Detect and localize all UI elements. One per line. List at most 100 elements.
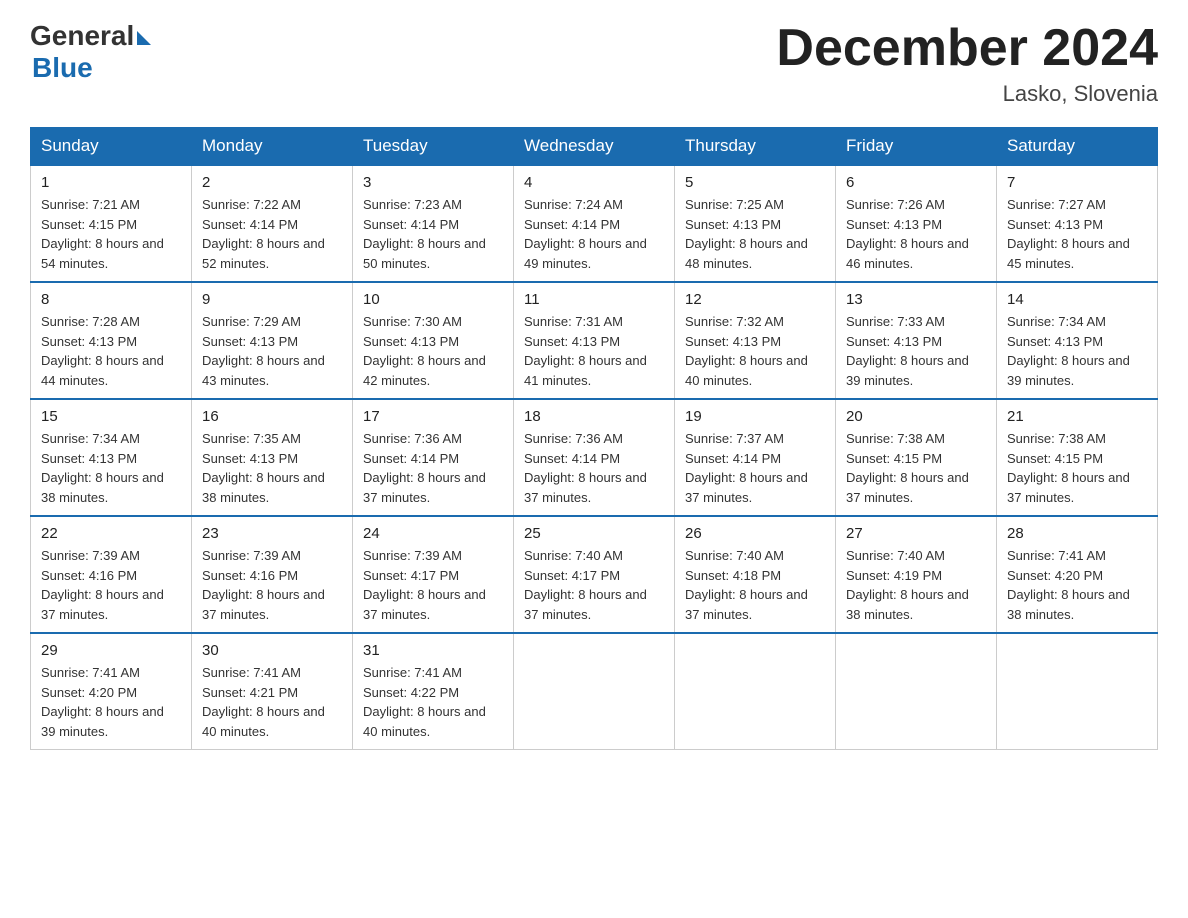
calendar-cell: 10 Sunrise: 7:30 AM Sunset: 4:13 PM Dayl…	[353, 282, 514, 399]
day-number: 6	[846, 174, 986, 191]
sunrise-label: Sunrise: 7:39 AM	[41, 548, 140, 563]
daylight-label: Daylight: 8 hours and 38 minutes.	[846, 587, 969, 622]
day-info: Sunrise: 7:36 AM Sunset: 4:14 PM Dayligh…	[363, 429, 503, 507]
daylight-label: Daylight: 8 hours and 39 minutes.	[1007, 353, 1130, 388]
sunrise-label: Sunrise: 7:38 AM	[1007, 431, 1106, 446]
calendar-cell: 21 Sunrise: 7:38 AM Sunset: 4:15 PM Dayl…	[997, 399, 1158, 516]
calendar-cell	[997, 633, 1158, 750]
day-info: Sunrise: 7:34 AM Sunset: 4:13 PM Dayligh…	[41, 429, 181, 507]
day-info: Sunrise: 7:30 AM Sunset: 4:13 PM Dayligh…	[363, 312, 503, 390]
sunset-label: Sunset: 4:14 PM	[363, 451, 459, 466]
daylight-label: Daylight: 8 hours and 37 minutes.	[202, 587, 325, 622]
day-number: 24	[363, 525, 503, 542]
calendar-cell: 23 Sunrise: 7:39 AM Sunset: 4:16 PM Dayl…	[192, 516, 353, 633]
day-info: Sunrise: 7:26 AM Sunset: 4:13 PM Dayligh…	[846, 195, 986, 273]
calendar-cell: 22 Sunrise: 7:39 AM Sunset: 4:16 PM Dayl…	[31, 516, 192, 633]
day-info: Sunrise: 7:25 AM Sunset: 4:13 PM Dayligh…	[685, 195, 825, 273]
sunrise-label: Sunrise: 7:41 AM	[363, 665, 462, 680]
day-info: Sunrise: 7:35 AM Sunset: 4:13 PM Dayligh…	[202, 429, 342, 507]
calendar-cell: 25 Sunrise: 7:40 AM Sunset: 4:17 PM Dayl…	[514, 516, 675, 633]
calendar-cell: 20 Sunrise: 7:38 AM Sunset: 4:15 PM Dayl…	[836, 399, 997, 516]
calendar-week-2: 8 Sunrise: 7:28 AM Sunset: 4:13 PM Dayli…	[31, 282, 1158, 399]
daylight-label: Daylight: 8 hours and 37 minutes.	[524, 587, 647, 622]
calendar-week-3: 15 Sunrise: 7:34 AM Sunset: 4:13 PM Dayl…	[31, 399, 1158, 516]
calendar-cell: 27 Sunrise: 7:40 AM Sunset: 4:19 PM Dayl…	[836, 516, 997, 633]
day-info: Sunrise: 7:21 AM Sunset: 4:15 PM Dayligh…	[41, 195, 181, 273]
calendar-week-5: 29 Sunrise: 7:41 AM Sunset: 4:20 PM Dayl…	[31, 633, 1158, 750]
sunrise-label: Sunrise: 7:39 AM	[363, 548, 462, 563]
day-number: 5	[685, 174, 825, 191]
sunrise-label: Sunrise: 7:25 AM	[685, 197, 784, 212]
sunset-label: Sunset: 4:15 PM	[846, 451, 942, 466]
sunrise-label: Sunrise: 7:39 AM	[202, 548, 301, 563]
daylight-label: Daylight: 8 hours and 38 minutes.	[202, 470, 325, 505]
calendar-cell: 12 Sunrise: 7:32 AM Sunset: 4:13 PM Dayl…	[675, 282, 836, 399]
day-number: 26	[685, 525, 825, 542]
calendar-cell: 31 Sunrise: 7:41 AM Sunset: 4:22 PM Dayl…	[353, 633, 514, 750]
daylight-label: Daylight: 8 hours and 48 minutes.	[685, 236, 808, 271]
day-info: Sunrise: 7:36 AM Sunset: 4:14 PM Dayligh…	[524, 429, 664, 507]
daylight-label: Daylight: 8 hours and 37 minutes.	[685, 470, 808, 505]
daylight-label: Daylight: 8 hours and 40 minutes.	[202, 704, 325, 739]
sunset-label: Sunset: 4:13 PM	[846, 217, 942, 232]
calendar-cell: 26 Sunrise: 7:40 AM Sunset: 4:18 PM Dayl…	[675, 516, 836, 633]
calendar-cell: 15 Sunrise: 7:34 AM Sunset: 4:13 PM Dayl…	[31, 399, 192, 516]
day-info: Sunrise: 7:29 AM Sunset: 4:13 PM Dayligh…	[202, 312, 342, 390]
day-info: Sunrise: 7:32 AM Sunset: 4:13 PM Dayligh…	[685, 312, 825, 390]
day-number: 9	[202, 291, 342, 308]
calendar-cell: 29 Sunrise: 7:41 AM Sunset: 4:20 PM Dayl…	[31, 633, 192, 750]
sunset-label: Sunset: 4:14 PM	[202, 217, 298, 232]
calendar-cell	[836, 633, 997, 750]
daylight-label: Daylight: 8 hours and 39 minutes.	[41, 704, 164, 739]
sunrise-label: Sunrise: 7:36 AM	[363, 431, 462, 446]
day-info: Sunrise: 7:38 AM Sunset: 4:15 PM Dayligh…	[846, 429, 986, 507]
day-info: Sunrise: 7:22 AM Sunset: 4:14 PM Dayligh…	[202, 195, 342, 273]
daylight-label: Daylight: 8 hours and 50 minutes.	[363, 236, 486, 271]
day-number: 23	[202, 525, 342, 542]
day-number: 22	[41, 525, 181, 542]
sunset-label: Sunset: 4:13 PM	[41, 451, 137, 466]
header-thursday: Thursday	[675, 128, 836, 166]
daylight-label: Daylight: 8 hours and 54 minutes.	[41, 236, 164, 271]
daylight-label: Daylight: 8 hours and 37 minutes.	[685, 587, 808, 622]
sunset-label: Sunset: 4:21 PM	[202, 685, 298, 700]
calendar-cell: 28 Sunrise: 7:41 AM Sunset: 4:20 PM Dayl…	[997, 516, 1158, 633]
sunrise-label: Sunrise: 7:23 AM	[363, 197, 462, 212]
calendar-cell: 13 Sunrise: 7:33 AM Sunset: 4:13 PM Dayl…	[836, 282, 997, 399]
sunset-label: Sunset: 4:20 PM	[41, 685, 137, 700]
sunrise-label: Sunrise: 7:27 AM	[1007, 197, 1106, 212]
sunset-label: Sunset: 4:16 PM	[202, 568, 298, 583]
calendar-cell: 8 Sunrise: 7:28 AM Sunset: 4:13 PM Dayli…	[31, 282, 192, 399]
sunrise-label: Sunrise: 7:38 AM	[846, 431, 945, 446]
day-info: Sunrise: 7:24 AM Sunset: 4:14 PM Dayligh…	[524, 195, 664, 273]
sunset-label: Sunset: 4:22 PM	[363, 685, 459, 700]
daylight-label: Daylight: 8 hours and 37 minutes.	[41, 587, 164, 622]
sunrise-label: Sunrise: 7:41 AM	[202, 665, 301, 680]
sunrise-label: Sunrise: 7:40 AM	[524, 548, 623, 563]
calendar-cell	[675, 633, 836, 750]
sunset-label: Sunset: 4:20 PM	[1007, 568, 1103, 583]
day-info: Sunrise: 7:41 AM Sunset: 4:21 PM Dayligh…	[202, 663, 342, 741]
daylight-label: Daylight: 8 hours and 40 minutes.	[685, 353, 808, 388]
sunrise-label: Sunrise: 7:34 AM	[41, 431, 140, 446]
sunrise-label: Sunrise: 7:29 AM	[202, 314, 301, 329]
day-info: Sunrise: 7:34 AM Sunset: 4:13 PM Dayligh…	[1007, 312, 1147, 390]
logo: General Blue	[30, 20, 151, 84]
day-number: 28	[1007, 525, 1147, 542]
day-info: Sunrise: 7:27 AM Sunset: 4:13 PM Dayligh…	[1007, 195, 1147, 273]
sunset-label: Sunset: 4:17 PM	[524, 568, 620, 583]
sunset-label: Sunset: 4:13 PM	[1007, 217, 1103, 232]
sunset-label: Sunset: 4:19 PM	[846, 568, 942, 583]
daylight-label: Daylight: 8 hours and 45 minutes.	[1007, 236, 1130, 271]
sunrise-label: Sunrise: 7:31 AM	[524, 314, 623, 329]
daylight-label: Daylight: 8 hours and 52 minutes.	[202, 236, 325, 271]
sunrise-label: Sunrise: 7:35 AM	[202, 431, 301, 446]
sunrise-label: Sunrise: 7:21 AM	[41, 197, 140, 212]
day-number: 1	[41, 174, 181, 191]
day-info: Sunrise: 7:41 AM Sunset: 4:20 PM Dayligh…	[41, 663, 181, 741]
sunset-label: Sunset: 4:13 PM	[685, 217, 781, 232]
day-number: 11	[524, 291, 664, 308]
day-number: 17	[363, 408, 503, 425]
calendar-header-row: SundayMondayTuesdayWednesdayThursdayFrid…	[31, 128, 1158, 166]
day-number: 29	[41, 642, 181, 659]
